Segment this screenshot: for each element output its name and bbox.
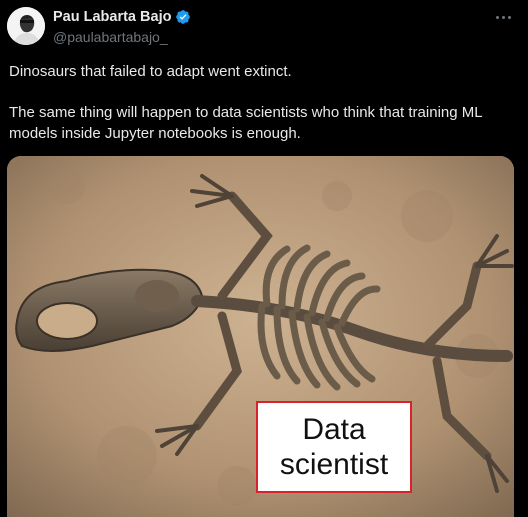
author-handle[interactable]: @paulabartabajo_ [53,29,168,45]
tweet-text-line-2: The same thing will happen to data scien… [9,104,483,142]
tweet-text: Dinosaurs that failed to adapt went exti… [9,62,519,144]
tweet-header: Pau Labarta Bajo @paulabartabajo_ [0,0,528,56]
verified-badge-icon [176,10,191,24]
avatar-image [7,7,45,45]
tweet-text-line-1: Dinosaurs that failed to adapt went exti… [9,63,292,80]
author-display-name[interactable]: Pau Labarta Bajo [53,9,171,25]
avatar[interactable] [7,7,45,45]
author-name-row: Pau Labarta Bajo [53,9,191,25]
data-scientist-label: Data scientist [256,401,412,493]
more-options-icon[interactable] [492,10,514,24]
data-scientist-label-text: Data scientist [279,413,389,481]
